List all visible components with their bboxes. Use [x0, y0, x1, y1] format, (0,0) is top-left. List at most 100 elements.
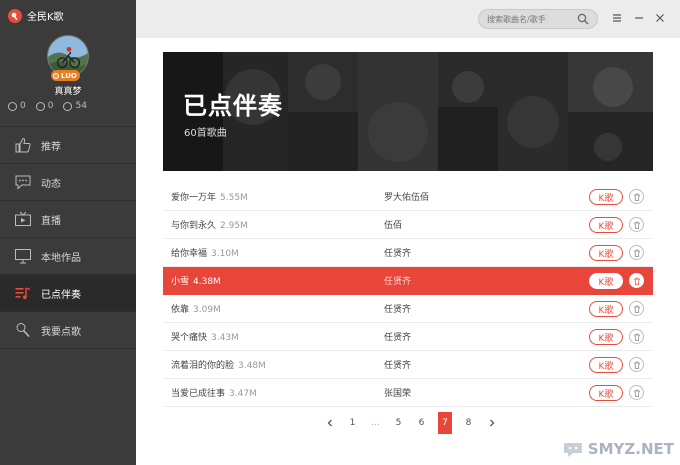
sidebar: 全民K歌 LUO 真真梦 0 0 54 推荐 动态 直播 本地作品 已点伴奏 我…	[0, 0, 136, 465]
app-logo-icon	[8, 8, 22, 23]
sidebar-item-label: 我要点歌	[41, 326, 81, 338]
song-artist: 任贤齐	[384, 361, 412, 371]
sidebar-item-local-works[interactable]: 本地作品	[0, 238, 136, 275]
song-row[interactable]: 与你到永久 2.95M 伍佰 K歌	[163, 211, 653, 239]
song-size: 3.09M	[193, 305, 221, 315]
song-artist: 任贤齐	[384, 249, 412, 259]
delete-icon[interactable]	[629, 385, 644, 400]
stats-bar: 0 0 54	[8, 101, 87, 111]
delete-icon[interactable]	[629, 273, 644, 288]
level-badge: LUO	[51, 70, 80, 81]
stat-value: 0	[20, 101, 26, 111]
song-row[interactable]: 流着泪的你的脸 3.48M 任贤齐 K歌	[163, 351, 653, 379]
gift-icon	[35, 101, 45, 111]
tv-icon	[14, 211, 32, 227]
microphone-icon	[14, 322, 32, 338]
stat-flowers[interactable]: 54	[63, 101, 87, 111]
song-artist: 任贤齐	[384, 277, 412, 287]
page-6-button[interactable]: 6	[410, 412, 433, 434]
sing-button[interactable]: K歌	[589, 301, 623, 317]
watermark-text: SMYZ.NET	[587, 440, 674, 458]
minimize-icon[interactable]	[632, 11, 646, 25]
close-icon[interactable]	[653, 11, 667, 25]
flower-icon	[63, 101, 73, 111]
sing-button[interactable]: K歌	[589, 189, 623, 205]
next-page-icon[interactable]	[480, 412, 503, 434]
song-row-selected[interactable]: 小雪 4.38M 任贤齐 K歌	[163, 267, 653, 295]
page-title: 已点伴奏	[183, 92, 283, 120]
sing-button[interactable]: K歌	[589, 273, 623, 289]
search-icon[interactable]	[577, 13, 589, 25]
sidebar-item-feed[interactable]: 动态	[0, 164, 136, 201]
delete-icon[interactable]	[629, 245, 644, 260]
song-artist: 伍佰	[384, 221, 403, 231]
sing-button[interactable]: K歌	[589, 357, 623, 373]
song-artist: 张国荣	[384, 389, 412, 399]
song-size: 3.43M	[211, 333, 239, 343]
watermark: SMYZ.NET	[562, 439, 674, 459]
app-name: 全民K歌	[27, 12, 64, 23]
song-title: 给你幸福	[171, 249, 208, 259]
music-list-icon	[14, 285, 32, 301]
page-1-button[interactable]: 1	[341, 412, 364, 434]
playlist-banner: 已点伴奏 60首歌曲	[163, 52, 653, 171]
stat-gifts[interactable]: 0	[35, 101, 54, 111]
song-list: 爱你一万年 5.55M 罗大佑伍佰 K歌 与你到永久 2.95M 伍佰 K歌 给你幸…	[163, 183, 653, 407]
search-input[interactable]	[487, 14, 577, 24]
sidebar-item-label: 推荐	[41, 141, 61, 153]
song-size: 2.95M	[220, 221, 248, 231]
top-bar	[136, 0, 680, 38]
song-title: 流着泪的你的脸	[171, 361, 235, 371]
song-count: 60首歌曲	[184, 128, 227, 139]
thumbs-up-icon	[14, 137, 32, 153]
page-8-button[interactable]: 8	[457, 412, 480, 434]
monitor-icon	[14, 248, 32, 264]
song-artist: 任贤齐	[384, 333, 412, 343]
song-size: 3.10M	[211, 249, 239, 259]
level-icon	[53, 72, 59, 79]
delete-icon[interactable]	[629, 217, 644, 232]
song-row[interactable]: 哭个痛快 3.43M 任贤齐 K歌	[163, 323, 653, 351]
menu-icon[interactable]	[610, 11, 624, 25]
song-title: 小雪	[171, 277, 190, 287]
watermark-logo-icon	[563, 443, 582, 457]
song-row[interactable]: 依靠 3.09M 任贤齐 K歌	[163, 295, 653, 323]
sidebar-item-request-song[interactable]: 我要点歌	[0, 312, 136, 349]
song-size: 3.48M	[238, 361, 266, 371]
sidebar-nav: 推荐 动态 直播 本地作品 已点伴奏 我要点歌	[0, 126, 136, 349]
level-text: LUO	[61, 71, 77, 80]
app-title: 全民K歌	[8, 8, 64, 23]
sidebar-item-ordered-accompaniment[interactable]: 已点伴奏	[0, 275, 136, 312]
song-title: 哭个痛快	[171, 333, 208, 343]
stat-coins[interactable]: 0	[8, 101, 26, 111]
song-artist: 罗大佑伍佰	[384, 193, 430, 203]
delete-icon[interactable]	[629, 329, 644, 344]
song-size: 3.47M	[229, 389, 257, 399]
song-row[interactable]: 当爱已成往事 3.47M 张国荣 K歌	[163, 379, 653, 407]
sidebar-item-label: 本地作品	[41, 252, 81, 264]
chat-bubble-icon	[14, 174, 32, 190]
sing-button[interactable]: K歌	[589, 245, 623, 261]
page-5-button[interactable]: 5	[387, 412, 410, 434]
page-7-button-current[interactable]: 7	[438, 412, 452, 434]
delete-icon[interactable]	[629, 357, 644, 372]
search-box[interactable]	[478, 9, 598, 29]
sidebar-item-label: 直播	[41, 215, 61, 227]
sing-button[interactable]: K歌	[589, 329, 623, 345]
prev-page-icon[interactable]	[318, 412, 341, 434]
sidebar-item-live[interactable]: 直播	[0, 201, 136, 238]
sing-button[interactable]: K歌	[589, 217, 623, 233]
sidebar-item-label: 已点伴奏	[41, 289, 81, 301]
sing-button[interactable]: K歌	[589, 385, 623, 401]
stat-value: 54	[75, 101, 87, 111]
song-title: 爱你一万年	[171, 193, 217, 203]
song-row[interactable]: 给你幸福 3.10M 任贤齐 K歌	[163, 239, 653, 267]
delete-icon[interactable]	[629, 301, 644, 316]
sidebar-item-recommend[interactable]: 推荐	[0, 127, 136, 164]
song-size: 4.38M	[193, 277, 221, 287]
song-row[interactable]: 爱你一万年 5.55M 罗大佑伍佰 K歌	[163, 183, 653, 211]
sidebar-item-label: 动态	[41, 178, 61, 190]
delete-icon[interactable]	[629, 189, 644, 204]
stat-value: 0	[47, 101, 54, 111]
username: 真真梦	[54, 87, 82, 97]
